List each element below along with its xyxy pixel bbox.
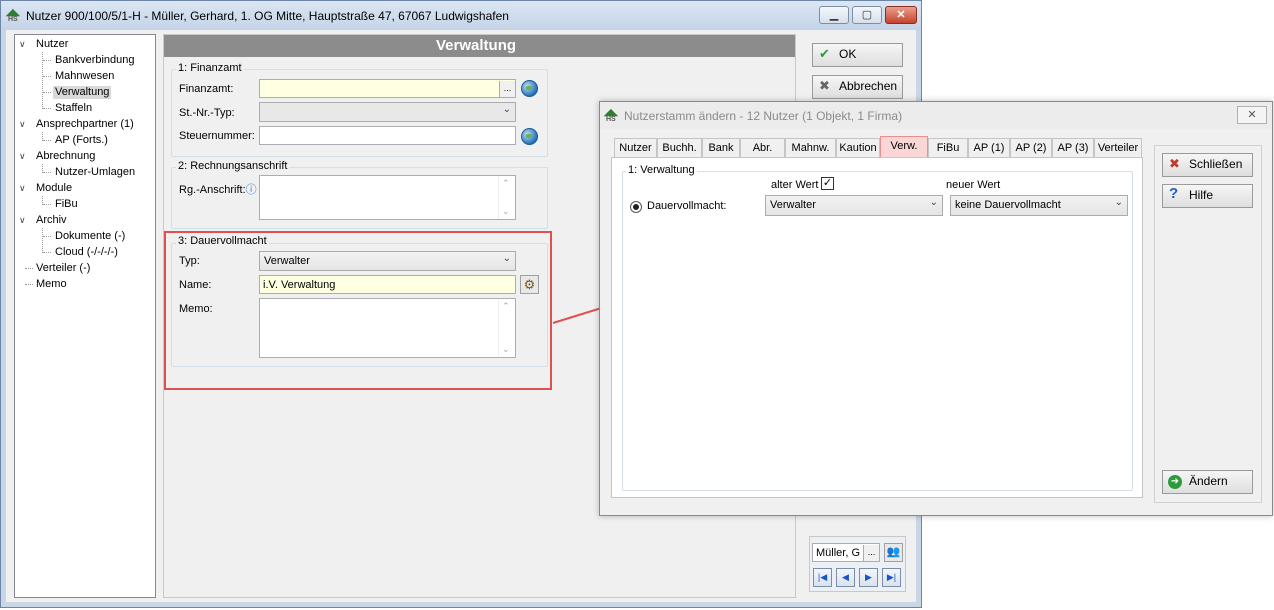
verwaltung-group xyxy=(622,171,1133,491)
alter-wert-label: alter Wert xyxy=(771,179,819,191)
tab-verteiler[interactable]: Verteiler xyxy=(1094,138,1142,158)
alter-wert-checkbox[interactable]: ✓ xyxy=(821,177,834,190)
old-value-select[interactable]: Verwalter ⌄ xyxy=(765,195,943,216)
close-dialog-button[interactable]: ✖ Schließen xyxy=(1162,153,1253,177)
dialog-title: Nutzerstamm ändern - 12 Nutzer (1 Objekt… xyxy=(624,109,903,123)
tab-verw[interactable]: Verw. xyxy=(880,136,928,159)
neuer-wert-label: neuer Wert xyxy=(946,179,1001,191)
tab-mahnw[interactable]: Mahnw. xyxy=(785,138,836,158)
help-button[interactable]: ? Hilfe xyxy=(1162,184,1253,208)
verwaltung-group-title: 1: Verwaltung xyxy=(626,164,697,176)
question-icon: ? xyxy=(1169,185,1179,202)
arrow-right-icon: ➜ xyxy=(1168,475,1182,489)
dialog-close-button[interactable]: ✕ xyxy=(1237,106,1267,124)
tab-nutzer[interactable]: Nutzer xyxy=(614,138,657,158)
cross-icon: ✖ xyxy=(1169,156,1180,171)
tab-ap-3[interactable]: AP (3) xyxy=(1052,138,1094,158)
dauervollmacht-label: Dauervollmacht: xyxy=(647,200,727,212)
tab-kaution[interactable]: Kaution xyxy=(836,138,880,158)
dialog-window: ◢◣ HS Nutzerstamm ändern - 12 Nutzer (1 … xyxy=(599,101,1273,516)
dialog-tabs: Nutzer Buchh. Bank Abr. Mahnw. Kaution V… xyxy=(610,136,1142,159)
chevron-down-icon: ⌄ xyxy=(1114,197,1123,208)
tab-bank[interactable]: Bank xyxy=(702,138,740,158)
chevron-down-icon: ⌄ xyxy=(929,197,938,208)
dialog-app-icon: ◢◣ HS xyxy=(604,107,618,124)
tab-abr[interactable]: Abr. xyxy=(740,138,785,158)
tab-buchh[interactable]: Buchh. xyxy=(657,138,702,158)
tab-fibu[interactable]: FiBu xyxy=(928,138,968,158)
dauervollmacht-radio[interactable] xyxy=(630,201,642,213)
dialog-titlebar[interactable]: ◢◣ HS Nutzerstamm ändern - 12 Nutzer (1 … xyxy=(600,102,1272,129)
change-button[interactable]: ➜ Ändern xyxy=(1162,470,1253,494)
new-value-select[interactable]: keine Dauervollmacht ⌄ xyxy=(950,195,1128,216)
tab-ap-1[interactable]: AP (1) xyxy=(968,138,1010,158)
tab-ap-2[interactable]: AP (2) xyxy=(1010,138,1052,158)
